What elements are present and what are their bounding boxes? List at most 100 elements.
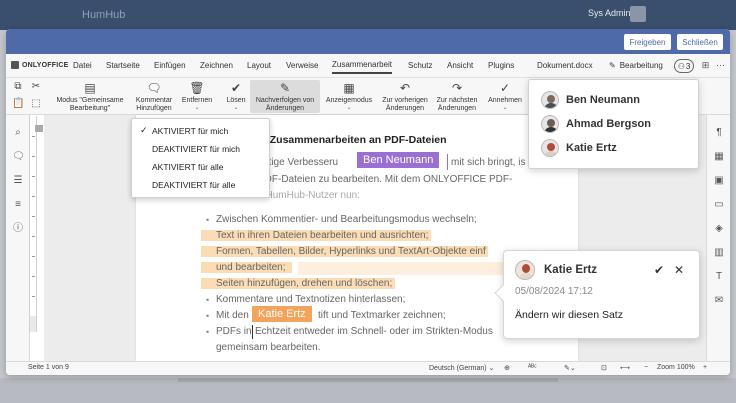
- fit-width-icon[interactable]: ⟷: [620, 364, 630, 372]
- share-button[interactable]: Freigeben: [624, 34, 671, 50]
- host-logo: HumHub: [82, 9, 126, 21]
- modal-header: Freigeben Schließen: [6, 29, 730, 54]
- user-row[interactable]: Katie Ertz: [541, 139, 617, 157]
- onlyoffice-logo: ONLYOFFICE: [11, 61, 68, 69]
- katie-caret: [252, 325, 253, 339]
- track-changes-dropdown: ✓ AKTIVIERT für mich DEAKTIVIERT für mic…: [131, 118, 270, 198]
- paragraph-line: mit sich bringt, is: [451, 157, 526, 168]
- search-icon[interactable]: ⌕: [12, 127, 24, 139]
- header-footer-icon[interactable]: ▭: [713, 199, 725, 211]
- close-icon[interactable]: ✕: [672, 263, 686, 277]
- user-row[interactable]: Ahmad Bergson: [541, 115, 651, 133]
- track-on-for-all[interactable]: AKTIVIERT für alle: [152, 162, 224, 172]
- bullet: •: [206, 311, 210, 321]
- navigation-icon[interactable]: ≡: [12, 199, 24, 211]
- edit-mode-button[interactable]: ✎ Bearbeitung: [609, 61, 663, 70]
- table-settings-icon[interactable]: ▦: [713, 151, 725, 163]
- zoom-level: Zoom 100%: [657, 364, 695, 371]
- menu-insert[interactable]: Einfügen: [154, 61, 186, 70]
- page-indicator[interactable]: Seite 1 von 9: [28, 364, 69, 371]
- remove-comment-button[interactable]: 🗑 Entfernen ⌄: [179, 80, 215, 111]
- track-changes-icon: ✎: [279, 81, 291, 95]
- track-changes-button[interactable]: ✎ Nachverfolgen von Änderungen: [250, 80, 320, 113]
- menu-view[interactable]: Ansicht: [447, 61, 473, 70]
- comments-icon[interactable]: 🗨: [12, 151, 25, 163]
- users-panel: Ben Neumann Ahmad Bergson Katie Ertz: [528, 79, 699, 169]
- textart-settings-icon[interactable]: T: [713, 271, 725, 283]
- menu-layout[interactable]: Layout: [247, 61, 271, 70]
- menu-plugins[interactable]: Plugins: [488, 61, 514, 70]
- close-button[interactable]: Schließen: [677, 34, 723, 50]
- ruler-marker[interactable]: [35, 125, 43, 132]
- menu-home[interactable]: Startseite: [106, 61, 140, 70]
- track-off-for-all[interactable]: DEAKTIVIERT für alle: [152, 180, 235, 190]
- menu-file[interactable]: Datei: [73, 61, 92, 70]
- resolve-comment-button[interactable]: ✔ Lösen ⌄: [221, 80, 251, 111]
- paragraph-settings-icon[interactable]: ¶: [713, 127, 725, 139]
- chart-settings-icon[interactable]: ▥: [713, 247, 725, 259]
- zoom-in-icon[interactable]: +: [703, 364, 707, 371]
- fit-page-icon[interactable]: ⊡: [601, 364, 607, 372]
- language-select[interactable]: Deutsch (German) ⌄: [429, 364, 494, 372]
- track-changes-status-icon[interactable]: ✎⌄: [564, 364, 576, 372]
- image-settings-icon[interactable]: ▣: [713, 175, 725, 187]
- resolve-icon: ✔: [230, 81, 242, 95]
- copy-icon[interactable]: ⧉: [12, 81, 24, 93]
- menu-protection[interactable]: Schutz: [408, 61, 432, 70]
- host-top-bar: HumHub Sys Admin: [0, 0, 736, 30]
- paste-icon[interactable]: 📋: [12, 98, 24, 110]
- next-change-button[interactable]: ↷ Zur nächsten Änderungen: [434, 80, 480, 113]
- display-mode-button[interactable]: ▦ Anzeigemodus ⌄: [324, 80, 374, 111]
- previous-change-button[interactable]: ↶ Zur vorherigen Änderungen: [380, 80, 430, 113]
- comment-date: 05/08/2024 17:12: [515, 286, 593, 297]
- display-mode-icon: ▦: [343, 81, 355, 95]
- paragraph-line: chtige Verbesseru: [258, 157, 339, 168]
- list-item: Mit den: [216, 310, 249, 321]
- accept-change-button[interactable]: ✓ Annehmen ⌄: [486, 80, 524, 111]
- katie-cursor-label: Katie Ertz: [252, 306, 312, 322]
- host-user-name[interactable]: Sys Admin: [588, 8, 631, 18]
- paragraph-line: PDF-Dateien zu bearbeiten. Mit dem ONLYO…: [258, 174, 513, 185]
- list-item: tift und Textmarker zeichnen;: [318, 310, 446, 321]
- avatar: [541, 139, 559, 157]
- open-location-icon[interactable]: ⊞: [700, 60, 711, 71]
- list-item: PDFs in: [216, 326, 252, 337]
- user-row[interactable]: Ben Neumann: [541, 91, 640, 109]
- more-icon[interactable]: ⋯: [715, 60, 726, 71]
- cut-icon[interactable]: ✂: [30, 81, 42, 93]
- shape-settings-icon[interactable]: ◈: [713, 223, 725, 235]
- zoom-out-icon[interactable]: −: [644, 364, 648, 371]
- list-item-highlighted: Seiten hinzufügen, drehen und löschen;: [201, 278, 396, 289]
- list-item-highlighted: Text in ihren Dateien bearbeiten und aus…: [201, 230, 432, 241]
- spellcheck-icon[interactable]: ᴬᴮᶜ: [528, 364, 537, 371]
- trash-icon: 🗑: [189, 81, 205, 95]
- select-all-icon[interactable]: ⬚: [30, 98, 42, 110]
- menu-references[interactable]: Verweise: [286, 61, 318, 70]
- mail-merge-icon[interactable]: ✉: [713, 295, 725, 307]
- left-sidebar: ⌕ 🗨 ☰ ≡ ⓘ: [6, 115, 30, 361]
- co-editing-mode-button[interactable]: ▤ Modus "Gemeinsame Bearbeitung": [54, 80, 126, 113]
- chat-icon[interactable]: ☰: [12, 175, 24, 187]
- comment-author: Katie Ertz: [544, 264, 598, 276]
- track-on-for-me[interactable]: AKTIVIERT für mich: [152, 126, 228, 136]
- about-icon[interactable]: ⓘ: [12, 223, 24, 235]
- bullet: •: [206, 295, 210, 305]
- vertical-ruler: [29, 116, 37, 332]
- status-bar: Seite 1 von 9 Deutsch (German) ⌄ ⊕ ᴬᴮᶜ ✎…: [6, 361, 730, 375]
- accept-icon: ✓: [499, 81, 511, 95]
- doc-language-icon[interactable]: ⊕: [504, 364, 510, 372]
- co-editing-icon: ▤: [84, 81, 96, 95]
- resolve-check-icon[interactable]: ✔: [652, 263, 666, 277]
- add-comment-button[interactable]: 🗨 Kommentar Hinzufügen: [134, 80, 174, 113]
- users-count-button[interactable]: ⚇ 3: [674, 59, 694, 73]
- list-item: Zwischen Kommentier- und Bearbeitungsmod…: [216, 214, 477, 225]
- menu-collaboration[interactable]: Zusammenarbeit: [332, 60, 393, 74]
- document-name: Dokument.docx: [537, 61, 593, 70]
- list-item-highlighted: Formen, Tabellen, Bilder, Hyperlinks und…: [201, 246, 488, 257]
- comment-text[interactable]: Ändern wir diesen Satz: [515, 309, 623, 321]
- track-off-for-me[interactable]: DEAKTIVIERT für mich: [152, 144, 240, 154]
- host-user-avatar[interactable]: [630, 6, 646, 22]
- menu-bar: ONLYOFFICE Datei Startseite Einfügen Zei…: [6, 54, 730, 78]
- menu-draw[interactable]: Zeichnen: [200, 61, 233, 70]
- list-item: gemeinsam bearbeiten.: [216, 342, 321, 353]
